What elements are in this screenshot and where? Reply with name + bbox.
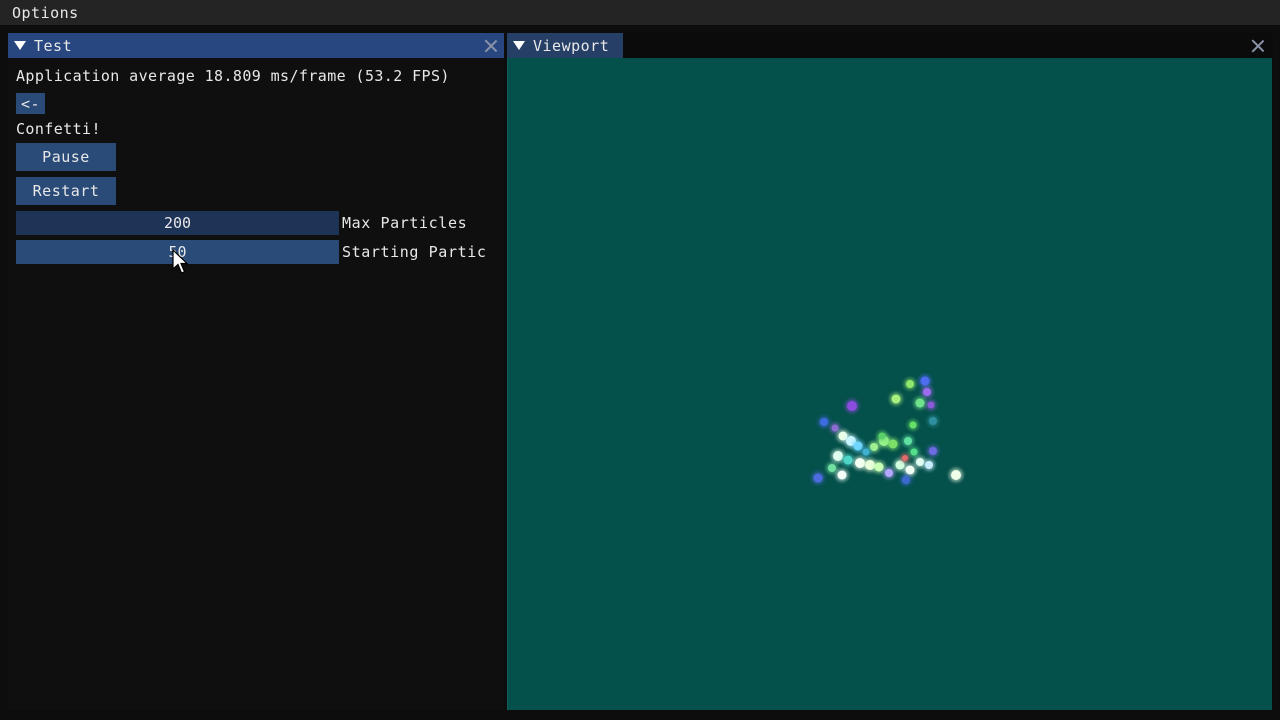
particle-core: [820, 418, 828, 426]
particle-core: [904, 437, 912, 445]
particle-core: [853, 441, 863, 451]
viewport-panel: Viewport: [507, 33, 1273, 710]
particle-core: [831, 424, 839, 432]
section-title: Confetti!: [16, 120, 101, 138]
particle-core: [925, 461, 933, 469]
tab-test[interactable]: Test: [8, 33, 504, 58]
max-particles-value: 200: [163, 214, 192, 232]
viewport-canvas[interactable]: [507, 58, 1272, 710]
particle-core: [927, 401, 935, 409]
particle-core: [828, 464, 836, 472]
particle-core: [847, 401, 857, 411]
test-panel: Test Application average 18.809 ms/frame…: [8, 33, 504, 710]
particle-core: [951, 470, 961, 480]
pause-button[interactable]: Pause: [16, 143, 116, 171]
particle-core: [870, 443, 878, 451]
particle-core: [923, 388, 931, 396]
collapse-triangle-icon[interactable]: [14, 41, 26, 50]
max-particles-slider[interactable]: 200: [16, 211, 339, 235]
starting-particles-slider[interactable]: 50: [16, 240, 339, 264]
starting-particles-label: Starting Partic: [342, 243, 487, 261]
max-particles-label: Max Particles: [342, 214, 468, 232]
particle-core: [902, 476, 910, 484]
particle-core: [909, 421, 917, 429]
fps-text: Application average 18.809 ms/frame (53.…: [16, 67, 450, 85]
particle-core: [929, 447, 937, 455]
particle-core: [920, 376, 930, 386]
restart-button[interactable]: Restart: [16, 177, 116, 205]
tab-viewport[interactable]: Viewport: [507, 33, 623, 58]
particle-core: [833, 451, 843, 461]
particle-core: [885, 469, 893, 477]
menu-options[interactable]: Options: [0, 4, 91, 22]
particle-core: [813, 473, 823, 483]
back-button[interactable]: <-: [16, 93, 45, 114]
particle-core: [843, 455, 853, 465]
particle-core: [906, 380, 914, 388]
tab-test-label: Test: [34, 36, 73, 55]
particle-core: [878, 432, 886, 440]
starting-particles-value: 50: [168, 243, 187, 261]
particle-core: [862, 448, 870, 456]
particle-core: [916, 458, 924, 466]
particle-core: [910, 448, 918, 456]
confetti-particles: [811, 374, 963, 486]
particle-core: [888, 439, 898, 449]
particle-core: [929, 417, 937, 425]
collapse-triangle-icon[interactable]: [513, 41, 525, 50]
particle-core: [915, 398, 925, 408]
particle-core: [837, 470, 847, 480]
menu-bar: Options: [0, 0, 1280, 25]
tab-viewport-label: Viewport: [533, 36, 610, 55]
particle-core: [891, 394, 901, 404]
particle-core: [902, 455, 908, 461]
close-icon[interactable]: [1251, 39, 1265, 53]
close-icon[interactable]: [484, 39, 498, 53]
particle-core: [874, 462, 884, 472]
particle-core: [905, 465, 915, 475]
